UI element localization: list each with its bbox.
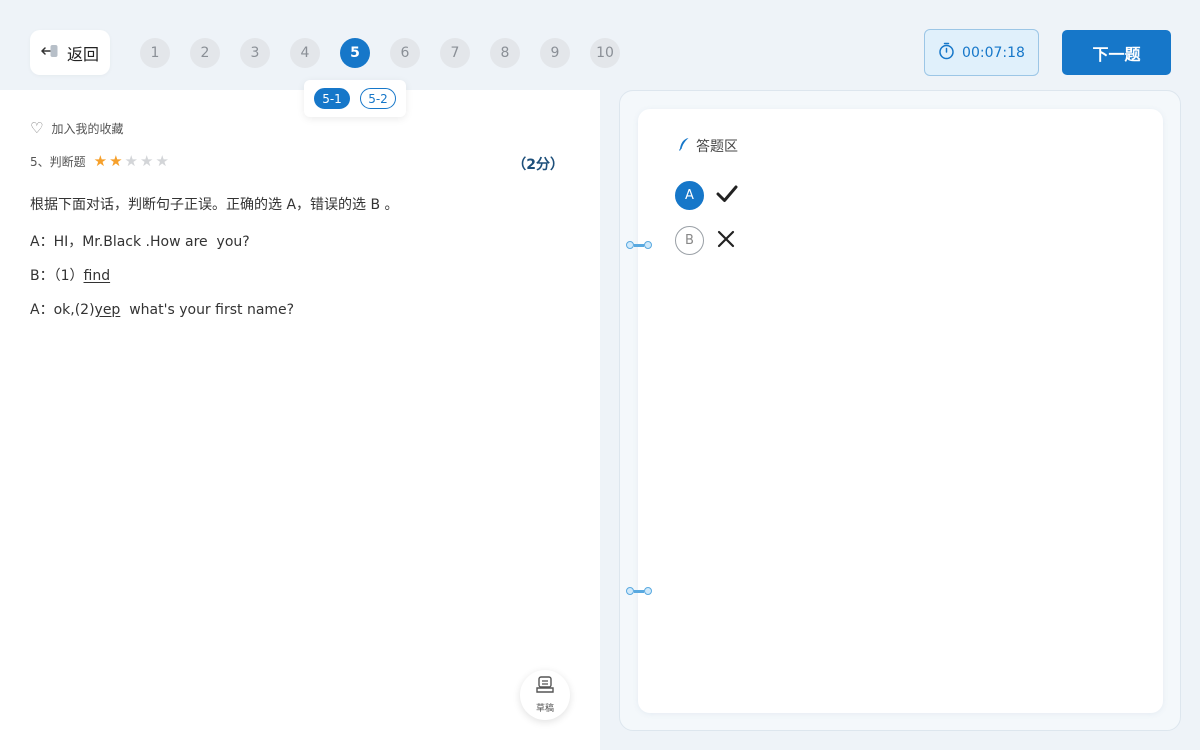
star-icon: ★ (93, 152, 108, 170)
star-icon: ★ (155, 152, 169, 170)
timer: 00:07:18 (924, 29, 1039, 76)
question-number-5[interactable]: 5 (340, 38, 370, 68)
question-number-3[interactable]: 3 (240, 38, 270, 68)
star-icon: ★ (109, 152, 123, 170)
back-arrow-icon (41, 43, 59, 62)
dialogue-line-2-prefix: B：（1） (30, 268, 84, 284)
sub-question-5-2[interactable]: 5-2 (360, 88, 396, 109)
question-meta: 5、判断题 ★ ★ ★ ★ ★ (30, 153, 169, 170)
binder-ring-icon (626, 586, 652, 596)
dialogue-line-2: B：（1）find (30, 265, 110, 285)
question-number-1[interactable]: 1 (140, 38, 170, 68)
sub-question-popover: 5-1 5-2 (304, 80, 406, 117)
back-button[interactable]: 返回 (30, 30, 110, 75)
question-prompt: 根据下面对话，判断句子正误。正确的选 A，错误的选 B 。 (30, 197, 399, 213)
question-number-10[interactable]: 10 (590, 38, 620, 68)
option-b[interactable]: B (675, 226, 736, 255)
answer-title-label: 答题区 (696, 139, 738, 155)
question-number-6[interactable]: 6 (390, 38, 420, 68)
question-type: 5、判断题 (30, 155, 86, 169)
heart-icon: ♡ (30, 119, 44, 137)
star-icon: ★ (140, 152, 154, 170)
binder-ring-icon (626, 240, 652, 250)
dialogue-line-1: A：HI，Mr.Black .How are you? (30, 234, 250, 250)
draft-button[interactable]: 草稿 (520, 670, 570, 720)
question-number-4[interactable]: 4 (290, 38, 320, 68)
star-icon: ★ (124, 152, 138, 170)
question-number-9[interactable]: 9 (540, 38, 570, 68)
timer-value: 00:07:18 (962, 44, 1025, 61)
option-b-letter[interactable]: B (675, 226, 704, 255)
difficulty-stars: ★ ★ ★ ★ ★ (94, 154, 169, 169)
sub-question-5-1[interactable]: 5-1 (314, 88, 350, 109)
dialogue-line-3-prefix: A：ok,(2) (30, 302, 95, 318)
option-a[interactable]: A (675, 181, 738, 210)
add-to-favorites[interactable]: ♡ 加入我的收藏 (30, 120, 123, 137)
question-number-7[interactable]: 7 (440, 38, 470, 68)
favorite-label: 加入我的收藏 (51, 122, 124, 136)
draft-label: 草稿 (535, 704, 554, 714)
blank-1-answer: find (83, 268, 111, 284)
cross-icon (716, 229, 736, 253)
back-label: 返回 (66, 44, 99, 64)
question-score: （2分） (512, 157, 564, 173)
stopwatch-icon (938, 42, 955, 64)
feather-pen-icon (678, 137, 690, 155)
option-a-letter[interactable]: A (675, 181, 704, 210)
question-number-2[interactable]: 2 (190, 38, 220, 68)
dialogue-line-3-suffix: what's your first name? (120, 302, 295, 318)
next-question-button[interactable]: 下一题 (1062, 30, 1171, 75)
draft-icon (535, 676, 555, 698)
blank-2-answer: yep (94, 302, 121, 318)
dialogue-line-3: A：ok,(2)yep what's your first name? (30, 299, 294, 319)
question-panel: ♡ 加入我的收藏 5、判断题 ★ ★ ★ ★ ★ （2分） 根据下面对话，判断句… (0, 90, 600, 750)
question-number-8[interactable]: 8 (490, 38, 520, 68)
top-bar: 返回 1 2 3 4 5 6 7 8 9 10 00:07:18 下一题 (0, 0, 1200, 90)
check-icon (716, 184, 738, 208)
answer-area-title: 答题区 (678, 136, 738, 156)
